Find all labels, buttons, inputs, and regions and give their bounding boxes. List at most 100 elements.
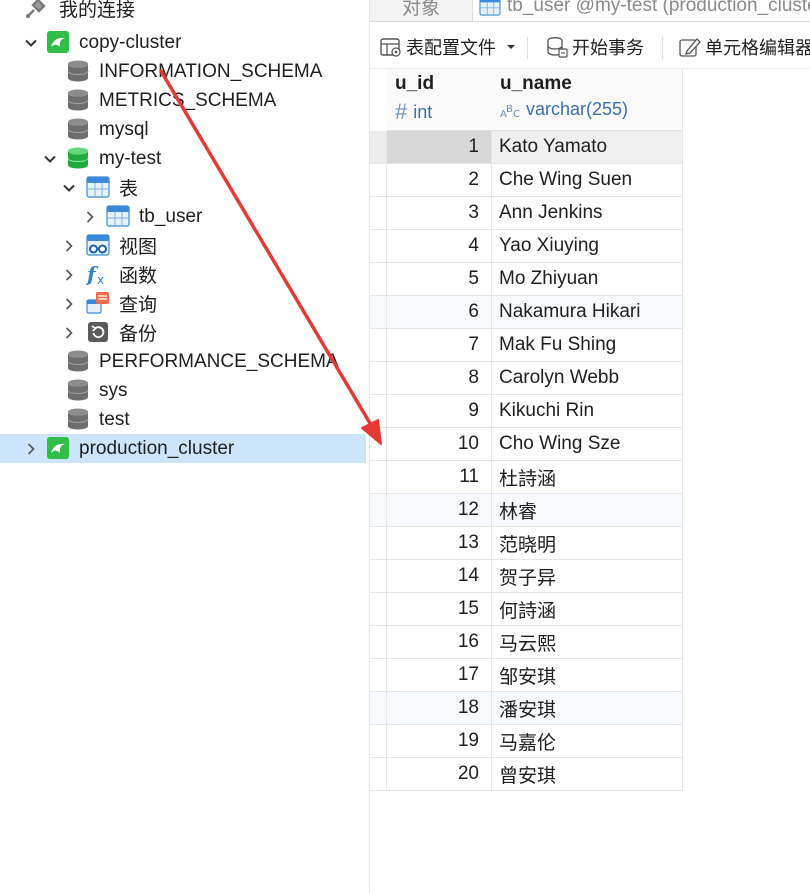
cell-u-name[interactable]: Kikuchi Rin [492, 395, 683, 428]
cell-u-id[interactable]: 11 [387, 461, 492, 494]
table-row[interactable]: 19 马嘉伦 [370, 725, 683, 758]
table-row[interactable]: 13 范晓明 [370, 527, 683, 560]
cell-u-id[interactable]: 10 [387, 428, 492, 461]
cell-u-id[interactable]: 5 [387, 263, 492, 296]
begin-transaction-button[interactable]: 开始事务 [546, 34, 644, 60]
chevron-right-icon[interactable] [62, 326, 76, 340]
row-indicator[interactable] [370, 362, 387, 395]
cell-u-id[interactable]: 15 [387, 593, 492, 626]
row-indicator[interactable] [370, 329, 387, 362]
tree-item-tb-user[interactable]: tb_user [0, 202, 366, 231]
row-indicator[interactable] [370, 230, 387, 263]
tab-objects[interactable]: 对象 [402, 0, 440, 21]
table-row[interactable]: 1 Kato Yamato [370, 131, 683, 164]
cell-u-id[interactable]: 20 [387, 758, 492, 791]
chevron-down-icon[interactable] [43, 152, 57, 166]
chevron-down-icon[interactable] [24, 36, 38, 50]
table-row[interactable]: 2 Che Wing Suen [370, 164, 683, 197]
table-row[interactable]: 9 Kikuchi Rin [370, 395, 683, 428]
tree-item-tables[interactable]: 表 [0, 173, 366, 202]
cell-u-id[interactable]: 4 [387, 230, 492, 263]
cell-u-name[interactable]: 邹安琪 [492, 659, 683, 692]
table-row[interactable]: 6 Nakamura Hikari [370, 296, 683, 329]
table-row[interactable]: 5 Mo Zhiyuan [370, 263, 683, 296]
table-config-button[interactable]: 表配置文件 [380, 34, 522, 60]
column-header-u-name[interactable]: u_name ABC varchar(255) [492, 69, 683, 131]
table-row[interactable]: 14 贺子异 [370, 560, 683, 593]
cell-u-id[interactable]: 3 [387, 197, 492, 230]
cell-u-id[interactable]: 6 [387, 296, 492, 329]
table-row[interactable]: 15 何詩涵 [370, 593, 683, 626]
cell-u-id[interactable]: 1 [387, 131, 492, 164]
tree-item-database[interactable]: test [0, 405, 366, 434]
cell-u-id[interactable]: 16 [387, 626, 492, 659]
cell-u-name[interactable]: Ann Jenkins [492, 197, 683, 230]
table-row[interactable]: 17 邹安琪 [370, 659, 683, 692]
row-indicator[interactable] [370, 131, 387, 164]
table-row[interactable]: 4 Yao Xiuying [370, 230, 683, 263]
table-row[interactable]: 10 Cho Wing Sze [370, 428, 683, 461]
tree-item-backups[interactable]: 备份 [0, 318, 366, 347]
table-row[interactable]: 7 Mak Fu Shing [370, 329, 683, 362]
cell-u-name[interactable]: Mak Fu Shing [492, 329, 683, 362]
chevron-right-icon[interactable] [62, 268, 76, 282]
row-indicator[interactable] [370, 527, 387, 560]
chevron-right-icon[interactable] [62, 239, 76, 253]
tree-item-production-cluster[interactable]: production_cluster [0, 434, 366, 463]
cell-u-id[interactable]: 7 [387, 329, 492, 362]
table-row[interactable]: 20 曾安琪 [370, 758, 683, 791]
cell-u-id[interactable]: 2 [387, 164, 492, 197]
table-row[interactable]: 8 Carolyn Webb [370, 362, 683, 395]
chevron-right-icon[interactable] [83, 210, 97, 224]
row-indicator[interactable] [370, 659, 387, 692]
cell-u-id[interactable]: 19 [387, 725, 492, 758]
row-indicator[interactable] [370, 758, 387, 791]
cell-u-name[interactable]: 潘安琪 [492, 692, 683, 725]
chevron-down-icon[interactable] [62, 181, 76, 195]
tree-item-functions[interactable]: fx 函数 [0, 260, 366, 289]
cell-u-name[interactable]: Kato Yamato [492, 131, 683, 164]
table-row[interactable]: 12 林睿 [370, 494, 683, 527]
cell-u-id[interactable]: 12 [387, 494, 492, 527]
row-indicator[interactable] [370, 593, 387, 626]
cell-u-name[interactable]: Nakamura Hikari [492, 296, 683, 329]
tree-item-queries[interactable]: 查询 [0, 289, 366, 318]
tree-item-database[interactable]: PERFORMANCE_SCHEMA [0, 347, 366, 376]
row-indicator[interactable] [370, 428, 387, 461]
row-indicator[interactable] [370, 725, 387, 758]
cell-u-name[interactable]: Yao Xiuying [492, 230, 683, 263]
row-indicator[interactable] [370, 494, 387, 527]
row-indicator[interactable] [370, 560, 387, 593]
tree-item-views[interactable]: 视图 [0, 231, 366, 260]
row-indicator[interactable] [370, 263, 387, 296]
tree-item-database[interactable]: mysql [0, 115, 366, 144]
cell-u-name[interactable]: 马嘉伦 [492, 725, 683, 758]
row-indicator[interactable] [370, 296, 387, 329]
row-indicator[interactable] [370, 197, 387, 230]
row-indicator[interactable] [370, 461, 387, 494]
cell-u-id[interactable]: 14 [387, 560, 492, 593]
cell-u-name[interactable]: Mo Zhiyuan [492, 263, 683, 296]
cell-u-id[interactable]: 18 [387, 692, 492, 725]
cell-u-name[interactable]: Che Wing Suen [492, 164, 683, 197]
column-header-u-id[interactable]: u_id # int [387, 69, 493, 131]
row-indicator[interactable] [370, 395, 387, 428]
row-indicator[interactable] [370, 692, 387, 725]
table-row[interactable]: 16 马云熙 [370, 626, 683, 659]
tree-item-database[interactable]: METRICS_SCHEMA [0, 86, 366, 115]
cell-u-id[interactable]: 9 [387, 395, 492, 428]
chevron-right-icon[interactable] [62, 297, 76, 311]
cell-u-name[interactable]: 林睿 [492, 494, 683, 527]
tree-item-database[interactable]: sys [0, 376, 366, 405]
table-row[interactable]: 11 杜詩涵 [370, 461, 683, 494]
cell-u-id[interactable]: 13 [387, 527, 492, 560]
cell-u-name[interactable]: Cho Wing Sze [492, 428, 683, 461]
cell-u-name[interactable]: 范晓明 [492, 527, 683, 560]
cell-editor-button[interactable]: 单元格编辑器 [679, 34, 810, 60]
cell-u-name[interactable]: 何詩涵 [492, 593, 683, 626]
tree-item-my-test[interactable]: my-test [0, 144, 366, 173]
cell-u-name[interactable]: Carolyn Webb [492, 362, 683, 395]
cell-u-name[interactable]: 贺子异 [492, 560, 683, 593]
tree-item-database[interactable]: INFORMATION_SCHEMA [0, 57, 366, 86]
row-indicator[interactable] [370, 164, 387, 197]
